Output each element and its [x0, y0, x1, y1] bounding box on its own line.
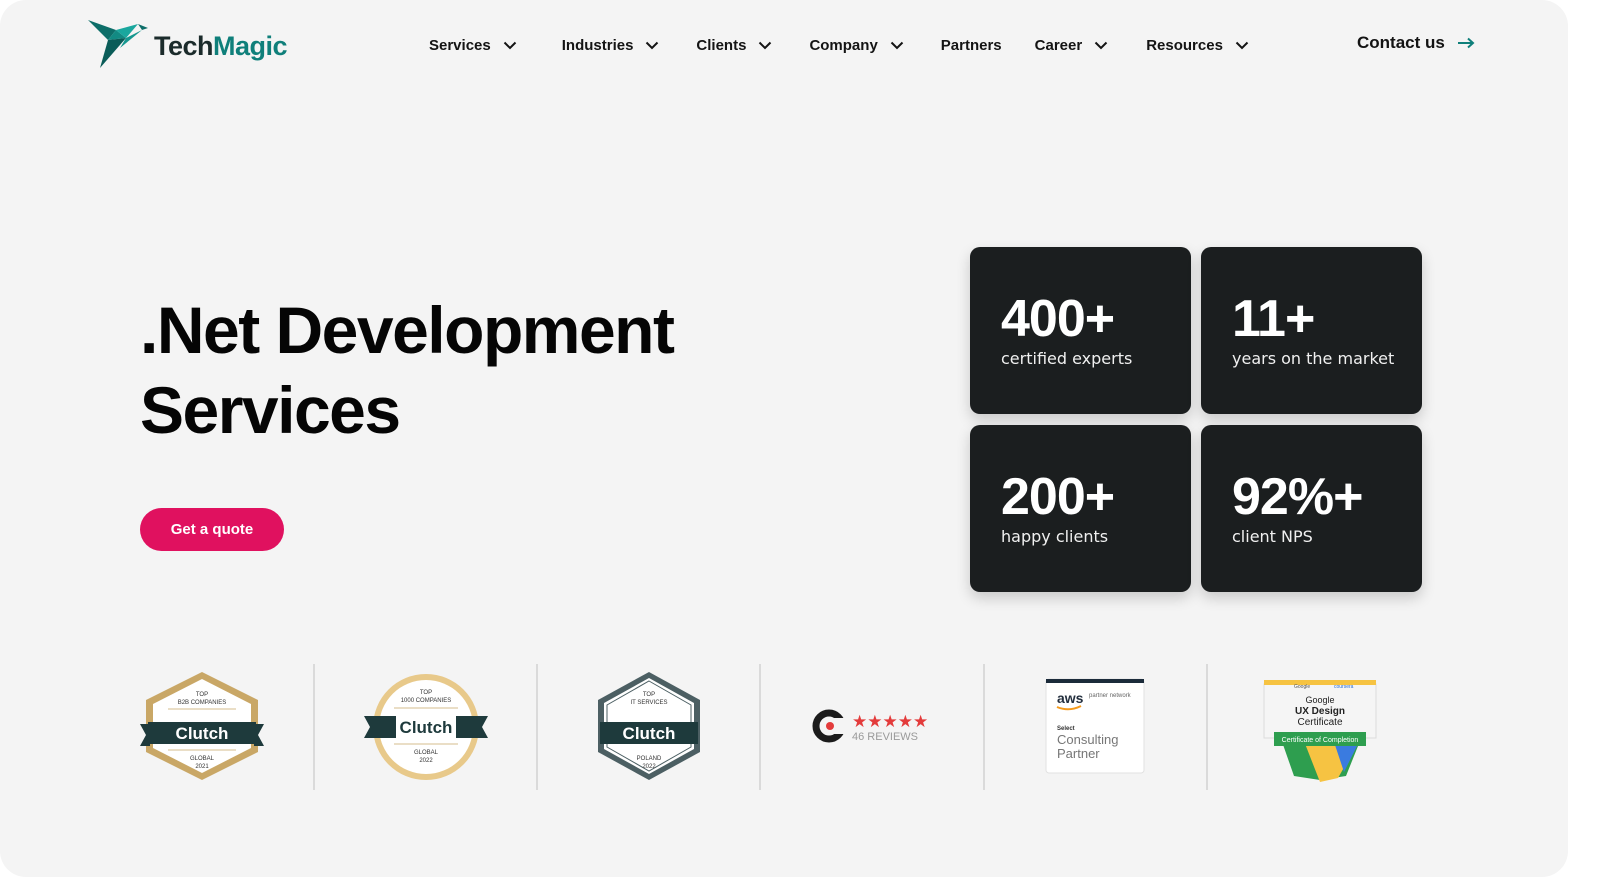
stat-label: years on the market [1232, 349, 1395, 368]
stat-label: client NPS [1232, 527, 1313, 546]
main-nav: Services Industries Clients Company Part… [429, 34, 1249, 56]
logo-wordmark-tech: Tech [154, 30, 214, 61]
aws-network-text: partner network [1089, 693, 1132, 699]
site-header: TechMagic Services Industries Clients Co… [0, 0, 1568, 90]
stat-card-years: 11+ years on the market [1201, 247, 1422, 414]
star-rating-icon: ★★★★★ [852, 712, 928, 732]
stat-value: 92%+ [1232, 468, 1363, 526]
nav-item-resources[interactable]: Resources [1146, 37, 1249, 54]
aws-logo-icon: aws [1057, 690, 1084, 706]
chevron-down-icon [1235, 41, 1249, 49]
page-title-line1: .Net Development [140, 293, 675, 367]
badge-divider [983, 664, 985, 790]
cert-line1: Google [1305, 695, 1334, 705]
aws-partner-badge[interactable]: aws partner network Select Consulting Pa… [1045, 678, 1145, 774]
chevron-down-icon [1094, 41, 1108, 49]
stat-label: certified experts [1001, 349, 1133, 368]
cert-line2: UX Design [1295, 706, 1345, 717]
reviews-count: 46 REVIEWS [852, 731, 918, 743]
clutch-wordmark: Clutch [623, 724, 676, 743]
contact-us-link[interactable]: Contact us [1357, 33, 1475, 53]
badge-region-text: POLAND [637, 756, 662, 762]
chevron-down-icon [646, 41, 659, 49]
nav-label: Industries [561, 36, 634, 54]
page-frame: TechMagic Services Industries Clients Co… [0, 0, 1568, 877]
google-ux-certificate-badge[interactable]: Google coursera Google UX Design Certifi… [1258, 676, 1382, 782]
clutch-reviews-badge[interactable]: ★★★★★ 46 REVIEWS [812, 706, 936, 746]
badge-sub-text: 1000 COMPANIES [401, 698, 452, 704]
badge-year-text: 2021 [195, 764, 209, 770]
page-title-line2: Services [140, 373, 401, 447]
clutch-wordmark: Clutch [400, 718, 453, 737]
nav-item-partners[interactable]: Partners [941, 37, 1002, 54]
badge-sub-text: IT SERVICES [630, 700, 667, 706]
clutch-badge-poland-2022[interactable]: TOP IT SERVICES Clutch POLAND 2022 [596, 670, 702, 782]
clutch-badge-1000-2022[interactable]: TOP 1000 COMPANIES Clutch GLOBAL 2022 [362, 672, 490, 782]
contact-us-label: Contact us [1357, 33, 1445, 52]
stat-card-experts: 400+ certified experts [970, 247, 1191, 414]
chevron-down-icon [759, 41, 772, 49]
cert-line3: Certificate [1297, 717, 1342, 728]
badge-top-text: TOP [420, 690, 432, 696]
logo-wordmark-magic: Magic [213, 30, 288, 61]
chevron-down-icon [503, 41, 516, 49]
stat-card-clients: 200+ happy clients [970, 425, 1191, 592]
aws-line2-text: Partner [1057, 746, 1100, 761]
nav-label: Career [1034, 36, 1083, 54]
badge-divider [1206, 664, 1208, 790]
nav-label: Resources [1146, 36, 1223, 54]
clutch-badge-b2b-2021[interactable]: TOP B2B COMPANIES Clutch GLOBAL 2021 [138, 670, 266, 782]
chevron-down-icon [890, 41, 903, 49]
aws-line1-text: Consulting [1057, 732, 1118, 747]
nav-item-clients[interactable]: Clients [696, 37, 772, 54]
stat-card-nps: 92%+ client NPS [1201, 425, 1422, 592]
get-a-quote-button[interactable]: Get a quote [140, 508, 284, 551]
badge-divider [313, 664, 315, 790]
badge-region-text: GLOBAL [414, 750, 439, 756]
nav-item-services[interactable]: Services [429, 37, 517, 54]
stat-value: 11+ [1232, 290, 1315, 348]
badge-region-text: GLOBAL [190, 756, 215, 762]
stat-label: happy clients [1001, 527, 1109, 546]
badge-top-text: TOP [196, 692, 208, 698]
badge-year-text: 2022 [642, 764, 656, 770]
google-brand-text: Google [1294, 684, 1310, 690]
stat-value: 400+ [1001, 290, 1115, 348]
nav-label: Services [429, 36, 491, 54]
stat-value: 200+ [1001, 468, 1115, 526]
nav-label: Company [809, 36, 878, 54]
badge-divider [536, 664, 538, 790]
hummingbird-logo-icon [88, 20, 148, 68]
nav-item-company[interactable]: Company [809, 37, 903, 54]
page-title: .Net Development Services [140, 290, 820, 450]
badge-divider [759, 664, 761, 790]
arrow-right-icon [1457, 37, 1475, 49]
nav-label: Partners [940, 36, 1002, 54]
badge-top-text: TOP [643, 692, 655, 698]
badge-sub-text: B2B COMPANIES [178, 700, 227, 706]
logo[interactable]: TechMagic [86, 18, 288, 70]
nav-item-career[interactable]: Career [1035, 37, 1109, 54]
nav-label: Clients [696, 36, 747, 54]
nav-item-industries[interactable]: Industries [562, 37, 660, 54]
badge-year-text: 2022 [419, 758, 433, 764]
clutch-wordmark: Clutch [176, 724, 229, 743]
logo-wordmark: TechMagic [154, 30, 288, 62]
awards-strip: TOP B2B COMPANIES Clutch GLOBAL 2021 TOP… [0, 662, 1568, 792]
cert-ribbon-text: Certificate of Completion [1282, 737, 1359, 744]
coursera-brand-text: coursera [1334, 684, 1354, 690]
